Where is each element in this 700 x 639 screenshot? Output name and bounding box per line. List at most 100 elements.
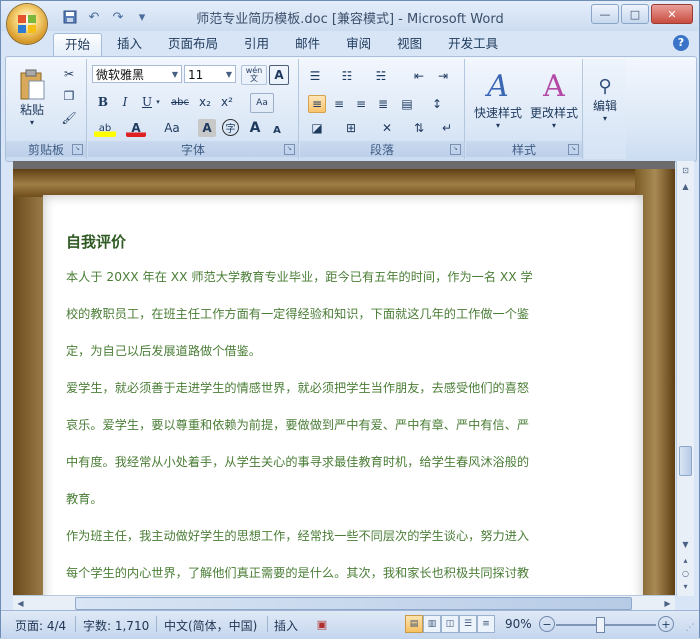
web-layout-icon[interactable]: ◫ (441, 615, 459, 633)
zoom-slider-track[interactable] (556, 624, 656, 626)
character-shading-icon[interactable]: A (198, 119, 216, 137)
clear-formatting-icon[interactable]: Aa (250, 93, 274, 113)
paragraph-group: ☰ ☷ ☵ ⇤ ⇥ ≡ ≡ ≡ ≣ ▤ ↕ ◪ ⊞ ✕ ⇅ ↵ 段落 ↘ (300, 59, 465, 159)
grow-font-icon[interactable]: A (246, 119, 264, 137)
print-layout-view-icon[interactable]: ▤ (405, 615, 423, 633)
vertical-scrollbar[interactable]: ⊡ ▲ ▼ ▴ ○ ▾ (676, 161, 694, 596)
asian-layout-icon[interactable]: ✕ (378, 119, 396, 137)
page-count[interactable]: 页面: 4/4 (15, 617, 66, 634)
align-center-button[interactable]: ≡ (330, 95, 348, 113)
tab-mailings[interactable]: 邮件 (284, 33, 331, 55)
increase-indent-icon[interactable]: ⇥ (434, 67, 452, 85)
scroll-down-icon[interactable]: ▼ (678, 537, 693, 552)
subscript-button[interactable]: x₂ (196, 93, 214, 111)
show-marks-icon[interactable]: ↵ (438, 119, 456, 137)
change-styles-button[interactable]: A 更改样式 ▾ (526, 63, 582, 135)
paste-label: 粘贴 (19, 103, 44, 117)
font-size-value: 11 (188, 68, 204, 82)
character-border-icon[interactable]: A (269, 65, 289, 85)
clipboard-launcher-icon[interactable]: ↘ (72, 144, 83, 155)
zoom-in-icon[interactable]: + (658, 616, 674, 632)
highlight-color-icon[interactable]: ab (94, 119, 116, 137)
underline-dropdown-icon[interactable]: ▾ (154, 93, 162, 111)
tab-view[interactable]: 视图 (386, 33, 433, 55)
horizontal-scrollbar[interactable]: ◀ ▶ (13, 595, 675, 610)
change-styles-label: 更改样式 (529, 105, 578, 120)
resize-grip-icon[interactable]: ⋰ (681, 619, 699, 637)
superscript-button[interactable]: x² (218, 93, 236, 111)
full-screen-reading-icon[interactable]: ▥ (423, 615, 441, 633)
multilevel-list-icon[interactable]: ☵ (372, 67, 390, 85)
shading-icon[interactable]: ◪ (308, 119, 326, 137)
decrease-indent-icon[interactable]: ⇤ (410, 67, 428, 85)
align-right-button[interactable]: ≡ (352, 95, 370, 113)
document-line: 中有度。我经常从小处着手，从学生关心的事寻求最佳教育时机，给学生春风沐浴般的 (66, 455, 530, 469)
cut-icon[interactable]: ✂ (60, 65, 78, 83)
change-case-button[interactable]: Aa (158, 119, 186, 137)
align-left-button[interactable]: ≡ (308, 95, 326, 113)
insert-mode[interactable]: 插入 (274, 617, 298, 634)
justify-button[interactable]: ≣ (374, 95, 392, 113)
zoom-out-icon[interactable]: − (539, 616, 555, 632)
close-button[interactable]: ✕ (651, 4, 693, 24)
quick-styles-button[interactable]: A 快速样式 ▾ (470, 63, 526, 135)
horizontal-scroll-thumb[interactable] (75, 597, 632, 610)
ruler-toggle-icon[interactable]: ⊡ (678, 163, 693, 178)
enclose-characters-icon[interactable]: 字 (222, 119, 239, 136)
minimize-button[interactable]: — (591, 4, 619, 24)
numbering-icon[interactable]: ☷ (338, 67, 356, 85)
borders-icon[interactable]: ⊞ (342, 119, 360, 137)
sort-icon[interactable]: ⇅ (410, 119, 428, 137)
help-icon[interactable]: ? (673, 35, 689, 51)
tab-insert[interactable]: 插入 (106, 33, 153, 55)
font-color-icon[interactable]: A (126, 119, 146, 137)
scroll-right-icon[interactable]: ▶ (660, 596, 675, 611)
tab-references[interactable]: 引用 (233, 33, 280, 55)
window-controls: — □ ✕ (591, 4, 693, 24)
next-page-icon[interactable]: ▾ (678, 579, 693, 594)
document-line: 作为班主任，我主动做好学生的思想工作，经常找一些不同层次的学生谈心，努力进入 (66, 529, 530, 543)
tab-page-layout[interactable]: 页面布局 (157, 33, 229, 55)
editing-button[interactable]: ⚲ 编辑 ▾ (586, 63, 624, 135)
outline-view-icon[interactable]: ☰ (459, 615, 477, 633)
tab-home[interactable]: 开始 (53, 33, 103, 56)
language-indicator[interactable]: 中文(简体，中国) (164, 617, 257, 634)
paragraph-launcher-icon[interactable]: ↘ (450, 144, 461, 155)
tab-developer[interactable]: 开发工具 (437, 33, 509, 55)
bold-button[interactable]: B (94, 93, 112, 111)
font-name-select[interactable]: 微软雅黑 ▼ (92, 65, 182, 83)
binoculars-icon: ⚲ (598, 75, 612, 97)
line-spacing-icon[interactable]: ↕ (428, 95, 446, 113)
font-group: 微软雅黑 ▼ 11 ▼ wén 文 A B I U ▾ abc x₂ x² Aa … (88, 59, 299, 159)
copy-icon[interactable]: ❐ (60, 87, 78, 105)
format-painter-icon[interactable]: 🖌 (60, 109, 78, 127)
paste-button[interactable]: 粘贴 ▾ (14, 63, 50, 133)
strikethrough-button[interactable]: abc (168, 93, 192, 111)
document-line: 哀乐。爱学生，要以尊重和依赖为前提，要做做到严中有爱、严中有章、严中有信、严 (66, 418, 530, 432)
tab-review[interactable]: 审阅 (335, 33, 382, 55)
paste-icon (20, 69, 45, 100)
font-launcher-icon[interactable]: ↘ (284, 144, 295, 155)
office-button[interactable] (7, 4, 47, 44)
italic-button[interactable]: I (116, 93, 134, 111)
font-size-select[interactable]: 11 ▼ (184, 65, 236, 83)
shrink-font-icon[interactable]: A (268, 121, 286, 139)
scroll-left-icon[interactable]: ◀ (13, 596, 28, 611)
maximize-button[interactable]: □ (621, 4, 649, 24)
ribbon-tabs: 开始 插入 页面布局 引用 邮件 审阅 视图 开发工具 (53, 33, 509, 56)
document-area: 自我评价 本人于 20XX 年在 XX 师范大学教育专业毕业，距今已有五年的时间… (13, 161, 675, 596)
editing-label: 编辑 (592, 98, 617, 113)
bullets-icon[interactable]: ☰ (306, 67, 324, 85)
word-count[interactable]: 字数: 1,710 (83, 617, 149, 634)
status-bar: 页面: 4/4 字数: 1,710 中文(简体，中国) 插入 ▣ ▤ ▥ ◫ ☰… (1, 610, 699, 639)
styles-launcher-icon[interactable]: ↘ (568, 144, 579, 155)
vertical-scroll-thumb[interactable] (679, 446, 692, 476)
zoom-slider-thumb[interactable] (596, 617, 606, 633)
scroll-up-icon[interactable]: ▲ (678, 179, 693, 194)
zoom-level[interactable]: 90% (505, 617, 532, 631)
document-line: 定，为自己以后发展道路做个借鉴。 (66, 344, 261, 358)
draft-view-icon[interactable]: ≡ (477, 615, 495, 633)
distributed-button[interactable]: ▤ (398, 95, 416, 113)
phonetic-guide-icon[interactable]: wén 文 (241, 65, 267, 85)
macro-record-icon[interactable]: ▣ (313, 615, 331, 633)
